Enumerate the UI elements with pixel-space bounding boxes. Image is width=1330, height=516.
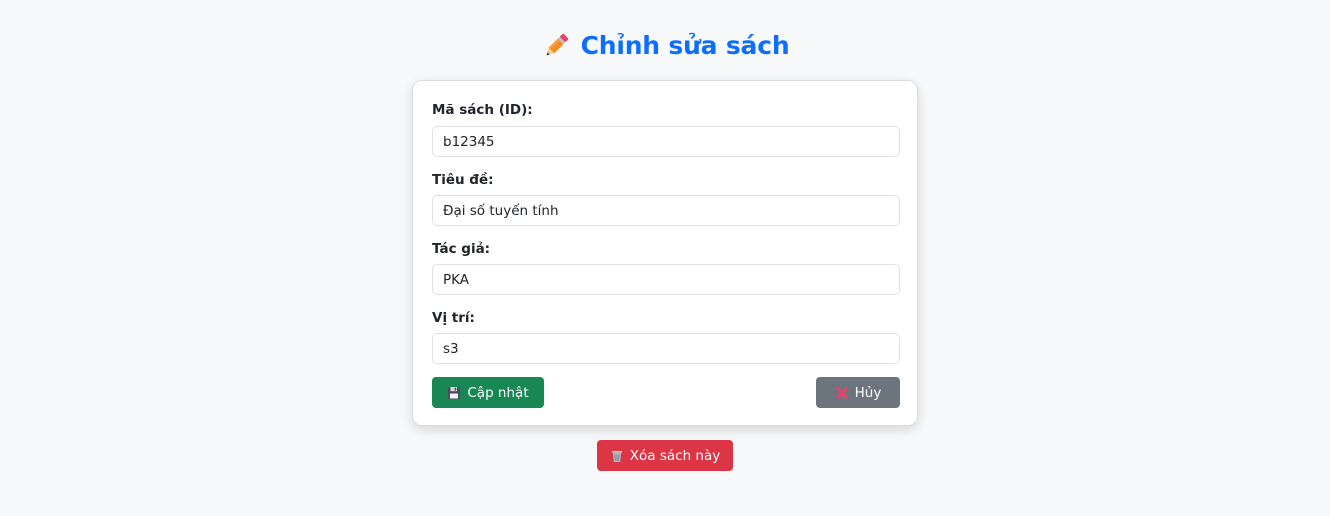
delete-book-button[interactable]: Xóa sách này	[597, 440, 733, 471]
book-id-label: Mã sách (ID):	[432, 102, 533, 118]
title-label: Tiêu đề:	[432, 172, 494, 188]
book-id-input[interactable]	[432, 126, 900, 157]
update-button-label: Cập nhật	[467, 384, 529, 401]
location-input[interactable]	[432, 333, 900, 364]
wastebasket-icon	[610, 449, 624, 463]
location-label: Vị trí:	[432, 310, 475, 326]
author-input[interactable]	[432, 264, 900, 295]
update-button[interactable]: Cập nhật	[432, 377, 544, 408]
delete-book-button-label: Xóa sách này	[629, 447, 721, 464]
page-title: Chỉnh sửa sách	[580, 31, 790, 60]
edit-book-page: Chỉnh sửa sách Mã sách (ID): Tiêu đề: Tá…	[0, 0, 1330, 516]
edit-book-form: Mã sách (ID): Tiêu đề: Tác giả: Vị trí: …	[412, 80, 918, 426]
floppy-disk-icon	[447, 386, 461, 400]
title-input[interactable]	[432, 195, 900, 226]
cancel-button[interactable]: Hủy	[816, 377, 900, 408]
pencil-icon	[541, 31, 571, 61]
cross-mark-icon	[835, 386, 849, 400]
cancel-button-label: Hủy	[854, 384, 882, 401]
page-header: Chỉnh sửa sách	[0, 28, 1330, 64]
author-label: Tác giả:	[432, 241, 491, 257]
